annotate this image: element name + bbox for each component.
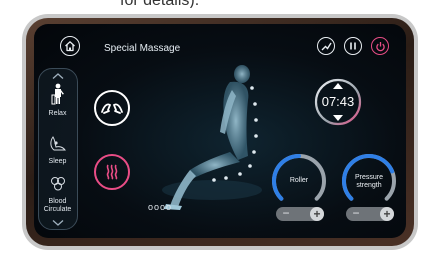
chevron-up-icon[interactable] [52,73,64,79]
pressure-stepper: − + [346,207,394,221]
sidebar-item-sleep[interactable]: Sleep [39,135,76,166]
roller-label: Roller [289,177,309,184]
relax-person-icon [51,83,64,105]
body-figure [162,65,262,210]
circulation-icon [50,177,65,191]
timer-control[interactable]: 07:43 [314,78,362,126]
pause-button[interactable] [344,37,362,55]
massage-hands-icon [101,103,123,114]
heat-waves-icon [106,164,118,180]
pressure-label-line1: Pressure [354,174,383,181]
timer-decrease-icon[interactable] [333,115,343,121]
heat-button[interactable] [94,154,130,190]
mode-sidebar: Relax Sleep Blood Circulate [38,68,78,230]
power-icon [375,41,385,51]
sidebar-item-label: Relax [48,110,67,117]
roller-stepper: − + [276,207,324,221]
pressure-plus-button[interactable]: + [380,207,394,221]
timer-value: 07:43 [321,94,355,109]
pressure-gauge: Pressure strength [340,152,398,210]
power-button[interactable] [371,37,389,55]
sidebar-item-label: Sleep [48,158,67,165]
sleep-person-icon [49,136,66,151]
roller-gauge: Roller [270,152,328,210]
pressure-label-line2: strength [356,182,382,189]
trend-icon [321,42,332,50]
trend-button[interactable] [317,37,335,55]
home-button[interactable] [60,36,80,56]
timer-increase-icon[interactable] [333,83,343,89]
roller-plus-button[interactable]: + [310,207,324,221]
roller-minus-button[interactable]: − [278,207,294,221]
foot-position-indicator: oooo [148,202,173,212]
pressure-minus-button[interactable]: − [348,207,364,221]
sidebar-item-label-line1: Blood [48,198,67,205]
page-title: Special Massage [104,43,181,54]
control-screen: Special Massage Relax Sleep Blood Circul… [34,24,406,238]
sidebar-item-label-line2: Circulate [43,206,72,213]
home-icon [65,41,75,52]
pause-icon [350,42,356,50]
sidebar-item-relax[interactable]: Relax [39,83,76,118]
chevron-down-icon[interactable] [52,220,64,226]
sidebar-item-blood-circulate[interactable]: Blood Circulate [39,175,76,214]
document-caption: for details). [120,0,380,8]
massage-technique-button[interactable] [94,90,130,126]
